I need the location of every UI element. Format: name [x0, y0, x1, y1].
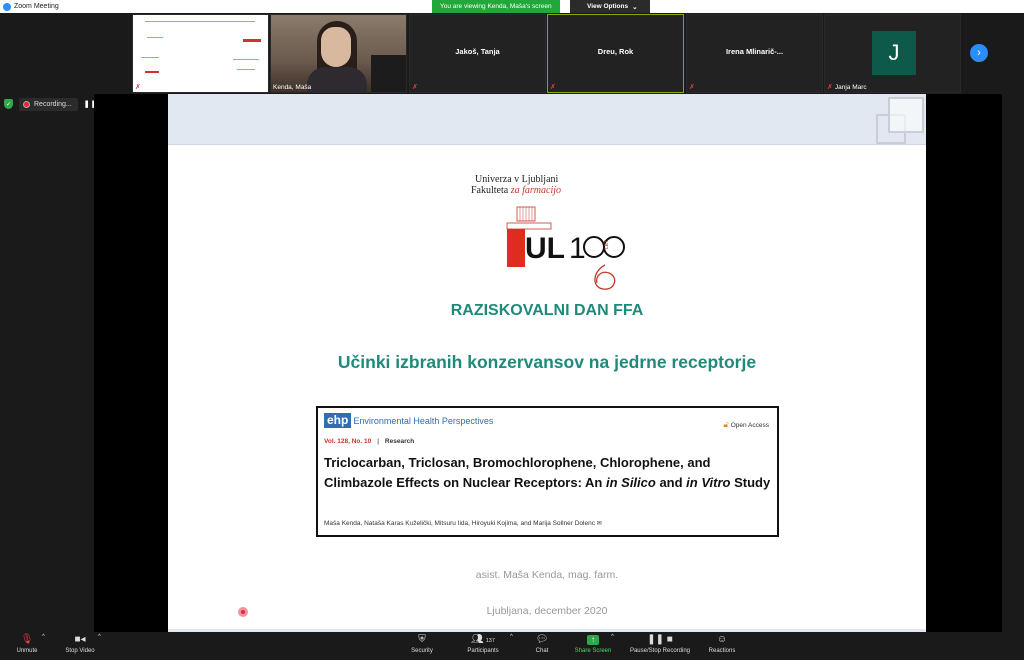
- slide-title: RAZISKOVALNI DAN FFA: [450, 302, 644, 319]
- section-label: Research: [384, 438, 415, 445]
- participant-tile[interactable]: Kenda, Maša: [270, 14, 407, 93]
- recording-controls-icon: ❚❚ ■: [647, 634, 673, 645]
- pause-stop-recording-button[interactable]: ❚❚ ■ Pause/Stop Recording: [624, 634, 696, 654]
- avatar: J: [872, 31, 916, 75]
- shield-icon[interactable]: ✓: [4, 99, 13, 109]
- paper-authors: Maša Kenda, Nataša Karas Kuželički, Mits…: [324, 520, 602, 527]
- participant-tile[interactable]: Dreu, Rok ✗: [547, 14, 684, 93]
- mic-off-icon: ✗: [827, 84, 833, 91]
- participant-tile[interactable]: Irena Mlinarič-... ✗: [686, 14, 823, 93]
- participant-tile[interactable]: ✗ Kuzmin, Tomaž: [132, 14, 269, 93]
- zoom-window: Zoom Meeting You are viewing Kenda, Maša…: [0, 0, 1024, 660]
- chevron-up-icon[interactable]: ^: [98, 634, 101, 640]
- laser-pointer: [238, 607, 248, 617]
- journal-header: ehp Environmental Health Perspectives: [324, 413, 493, 428]
- stop-video-button[interactable]: ■◂ Stop Video: [60, 634, 100, 654]
- chat-icon: 💬︎: [535, 634, 549, 645]
- mic-off-icon: ✗: [689, 84, 695, 91]
- faculty-line: Fakulteta za farmacijo: [471, 185, 561, 196]
- viewing-banner: You are viewing Kenda, Maša's screen: [432, 0, 560, 13]
- journal-name: Environmental Health Perspectives: [353, 415, 494, 426]
- participant-name: Jakoš, Tanja: [455, 47, 500, 56]
- slide-subtitle: Učinki izbranih konzervansov na jedrne r…: [337, 352, 757, 372]
- open-access-badge: 🔓︎ Open Access: [723, 420, 770, 429]
- participant-strip: ✗ Kuzmin, Tomaž Kenda, Maša Jakoš, Tanja…: [0, 13, 1024, 94]
- participants-count: 137: [485, 638, 495, 644]
- chat-button[interactable]: 💬︎ Chat: [530, 634, 554, 654]
- volume-line: Vol. 128, No. 10 | Research: [324, 438, 415, 445]
- participant-label: ✗ Janja Marc: [827, 83, 867, 92]
- corner-decoration: [888, 97, 924, 133]
- paper-title: Triclocarban, Triclosan, Bromochlorophen…: [324, 455, 771, 490]
- volume-label: Vol. 128, No. 10: [324, 438, 372, 445]
- chevron-up-icon[interactable]: ^: [510, 634, 513, 640]
- security-button[interactable]: ⛨ Security: [405, 634, 439, 654]
- video-icon: ■◂: [74, 634, 86, 645]
- recording-label: Recording...: [34, 100, 72, 108]
- svg-text:LET: LET: [604, 240, 610, 249]
- slide-header-band: [168, 94, 926, 145]
- lock-icon: 🔓︎: [723, 420, 729, 429]
- chevron-up-icon[interactable]: ^: [42, 634, 45, 640]
- next-page-icon[interactable]: ›: [970, 44, 988, 62]
- participant-video: [271, 15, 406, 92]
- participants-button[interactable]: 👥︎ 137 Participants: [460, 634, 506, 654]
- mic-off-icon: ✗: [550, 84, 556, 91]
- view-options-label: View Options: [587, 3, 629, 10]
- reactions-icon: ☺: [716, 634, 728, 645]
- participant-video: [133, 15, 268, 92]
- participant-name: Dreu, Rok: [597, 47, 634, 56]
- record-icon: [23, 100, 30, 108]
- place-date-line: Ljubljana, december 2020: [486, 605, 608, 617]
- participant-name: Irena Mlinarič-...: [725, 47, 784, 56]
- participant-tile[interactable]: J ✗ Janja Marc: [824, 14, 961, 93]
- email-icon: ✉: [596, 521, 602, 527]
- meeting-toolbar: 🎙︎ Unmute ^ ■◂ Stop Video ^ ⛨ Security 👥…: [0, 632, 1024, 660]
- mic-off-icon: ✗: [135, 84, 141, 91]
- reactions-button[interactable]: ☺ Reactions: [704, 634, 740, 654]
- participant-name: Kenda, Maša: [273, 84, 312, 91]
- presenter-line: asist. Maša Kenda, mag. farm.: [475, 569, 619, 581]
- participants-icon: 👥︎ 137: [471, 634, 495, 645]
- window-title: Zoom Meeting: [14, 3, 59, 10]
- view-options-button[interactable]: View Options ⌄: [570, 0, 650, 13]
- journal-logo: ehp: [324, 413, 352, 428]
- participant-tile[interactable]: Jakoš, Tanja ✗: [409, 14, 546, 93]
- university-line: Univerza v Ljubljani: [475, 174, 559, 185]
- zoom-logo-icon: [3, 2, 11, 11]
- participant-name: Kuzmin, Tomaž: [142, 83, 188, 91]
- university-name: Univerza v Ljubljani Fakulteta za farmac…: [471, 174, 561, 196]
- recording-indicator: Recording...: [19, 97, 78, 111]
- paper-citation-card: ehp Environmental Health Perspectives 🔓︎…: [316, 406, 779, 537]
- ul100-logo: UL 1 LET: [506, 206, 625, 290]
- share-screen-icon: ↑: [570, 634, 616, 647]
- chevron-up-icon[interactable]: ^: [611, 634, 614, 640]
- shared-slide: Univerza v Ljubljani Fakulteta za farmac…: [168, 94, 926, 632]
- participant-label: ✗ Kuzmin, Tomaž: [135, 83, 188, 92]
- mic-icon: 🎙︎: [20, 634, 34, 645]
- svg-text:UL: UL: [525, 232, 565, 265]
- chevron-down-icon: ⌄: [632, 3, 638, 11]
- participant-name: Janja Marc: [834, 83, 867, 91]
- recording-bar: ✓ Recording... ❚❚ ■: [4, 97, 109, 111]
- share-screen-button[interactable]: ↑ Share Screen: [570, 634, 616, 654]
- participant-label: Kenda, Maša: [273, 84, 311, 91]
- mic-off-icon: ✗: [412, 84, 418, 91]
- unmute-button[interactable]: 🎙︎ Unmute: [12, 634, 42, 654]
- security-icon: ⛨: [418, 634, 426, 645]
